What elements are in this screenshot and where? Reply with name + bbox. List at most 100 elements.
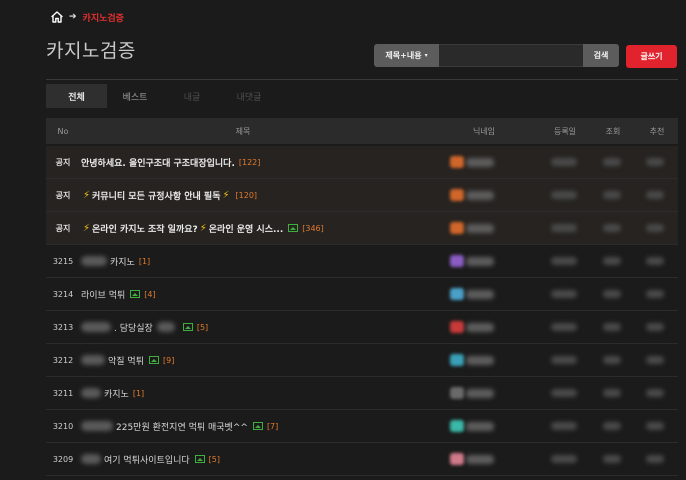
comment-count: [1] [138, 256, 151, 266]
redacted-text [81, 454, 101, 464]
table-row[interactable]: 3210 225만원 환전지연 먹튀 매국벳^^ [7] [46, 410, 678, 443]
post-title-cell[interactable]: 라이브 먹튀 [4] [81, 288, 156, 301]
redacted-text [81, 388, 101, 398]
post-number: 3210 [52, 421, 74, 431]
post-title-cell[interactable]: 안녕하세요. 올인구조대 구조대장입니다. [122] [81, 156, 260, 169]
post-title[interactable]: 여기 먹튀사이트입니다 [104, 453, 190, 466]
author-nickname[interactable] [450, 189, 494, 201]
header-divider [46, 79, 678, 80]
post-number: 3215 [52, 256, 74, 266]
redacted-nickname [466, 256, 494, 266]
redacted-views [603, 191, 621, 199]
table-row[interactable]: 3212 악질 먹튀 [9] [46, 344, 678, 377]
post-title-cell[interactable]: 225만원 환전지연 먹튀 매국벳^^ [7] [81, 420, 278, 433]
header-views: 조회 [605, 126, 621, 136]
redacted-date [551, 224, 577, 232]
table-row[interactable]: 3215 카지노 [1] [46, 245, 678, 278]
avatar [450, 387, 464, 399]
post-title[interactable]: 안녕하세요. 올인구조대 구조대장입니다. [81, 156, 235, 169]
author-nickname[interactable] [450, 354, 494, 366]
post-title-cell[interactable]: 악질 먹튀 [9] [81, 354, 174, 367]
breadcrumb: ➔ 카지노검증 [51, 10, 124, 24]
avatar [450, 156, 464, 168]
author-nickname[interactable] [450, 255, 494, 267]
search-button[interactable]: 검색 [583, 44, 619, 67]
avatar [450, 420, 464, 432]
notice-row[interactable]: 공지 ⚡ 온라인 카지노 조작 일까요? ⚡ 온라인 운영 시스... [346] [46, 212, 678, 245]
home-icon[interactable] [51, 11, 63, 23]
redacted-recommend [646, 389, 664, 397]
image-icon [182, 323, 193, 331]
post-list: 공지 안녕하세요. 올인구조대 구조대장입니다. [122] 공지 ⚡ 커뮤니티 모든 규… [46, 146, 678, 476]
search-bar: 제목+내용 ▾ 검색 [374, 44, 619, 67]
post-title-cell[interactable]: 카지노 [1] [81, 255, 150, 268]
avatar [450, 453, 464, 465]
comment-count: [1] [132, 388, 145, 398]
author-nickname[interactable] [450, 420, 494, 432]
post-title-cell[interactable]: 여기 먹튀사이트입니다 [5] [81, 453, 220, 466]
search-type-label: 제목+내용 [385, 51, 422, 60]
author-nickname[interactable] [450, 156, 494, 168]
author-nickname[interactable] [450, 222, 494, 234]
notice-row[interactable]: 공지 안녕하세요. 올인구조대 구조대장입니다. [122] [46, 146, 678, 179]
search-type-select[interactable]: 제목+내용 ▾ [374, 44, 439, 67]
post-title[interactable]: 온라인 카지노 조작 일까요? [92, 222, 198, 235]
avatar [450, 354, 464, 366]
author-nickname[interactable] [450, 288, 494, 300]
search-input[interactable] [439, 44, 583, 67]
avatar [450, 255, 464, 267]
tab-my-posts[interactable]: 내글 [163, 84, 221, 108]
redacted-recommend [646, 290, 664, 298]
post-title-cell[interactable]: ⚡ 온라인 카지노 조작 일까요? ⚡ 온라인 운영 시스... [346] [81, 222, 324, 235]
tab-my-comments[interactable]: 내댓글 [221, 84, 277, 108]
post-title-tail[interactable]: 온라인 운영 시스... [209, 222, 283, 235]
tab-all[interactable]: 전체 [46, 84, 107, 108]
lightning-icon: ⚡ [83, 189, 91, 201]
header-title: 제목 [235, 126, 251, 136]
post-title[interactable]: 225만원 환전지연 먹튀 매국벳^^ [116, 420, 248, 433]
lightning-icon: ⚡ [222, 189, 230, 201]
post-number: 3213 [52, 322, 74, 332]
redacted-date [551, 356, 577, 364]
comment-count: [5] [208, 454, 221, 464]
table-row[interactable]: 3214 라이브 먹튀 [4] [46, 278, 678, 311]
post-title[interactable]: 라이브 먹튀 [81, 288, 125, 301]
redacted-date [551, 455, 577, 463]
redacted-views [603, 257, 621, 265]
author-nickname[interactable] [450, 453, 494, 465]
table-row[interactable]: 3211 카지노 [1] [46, 377, 678, 410]
comment-count: [9] [162, 355, 175, 365]
author-nickname[interactable] [450, 387, 494, 399]
author-nickname[interactable] [450, 321, 494, 333]
breadcrumb-current[interactable]: 카지노검증 [83, 11, 124, 24]
table-row[interactable]: 3209 여기 먹튀사이트입니다 [5] [46, 443, 678, 476]
redacted-date [551, 323, 577, 331]
post-number: 3212 [52, 355, 74, 365]
post-title-cell[interactable]: . 담당실장 [5] [81, 321, 208, 334]
redacted-views [603, 224, 621, 232]
post-title-cell[interactable]: ⚡ 커뮤니티 모든 규정사항 안내 필독 ⚡ [120] [81, 189, 257, 202]
redacted-recommend [646, 455, 664, 463]
post-title[interactable]: 커뮤니티 모든 규정사항 안내 필독 [92, 189, 220, 202]
notice-row[interactable]: 공지 ⚡ 커뮤니티 모든 규정사항 안내 필독 ⚡ [120] [46, 179, 678, 212]
comment-count: [5] [196, 322, 209, 332]
redacted-views [603, 323, 621, 331]
redacted-text [81, 322, 111, 332]
post-number: 공지 [55, 223, 71, 233]
post-title[interactable]: 카지노 [104, 387, 129, 400]
post-number: 3214 [52, 289, 74, 299]
post-title-cell[interactable]: 카지노 [1] [81, 387, 144, 400]
redacted-recommend [646, 422, 664, 430]
tab-best[interactable]: 베스트 [107, 84, 163, 108]
redacted-recommend [646, 323, 664, 331]
redacted-views [603, 356, 621, 364]
image-icon [148, 356, 159, 364]
redacted-nickname [466, 190, 494, 200]
write-button[interactable]: 글쓰기 [626, 45, 677, 68]
post-title[interactable]: 악질 먹튀 [108, 354, 144, 367]
table-row[interactable]: 3213 . 담당실장 [5] [46, 311, 678, 344]
redacted-nickname [466, 157, 494, 167]
redacted-views [603, 158, 621, 166]
post-title[interactable]: 카지노 [110, 255, 135, 268]
post-title[interactable]: . 담당실장 [114, 321, 153, 334]
